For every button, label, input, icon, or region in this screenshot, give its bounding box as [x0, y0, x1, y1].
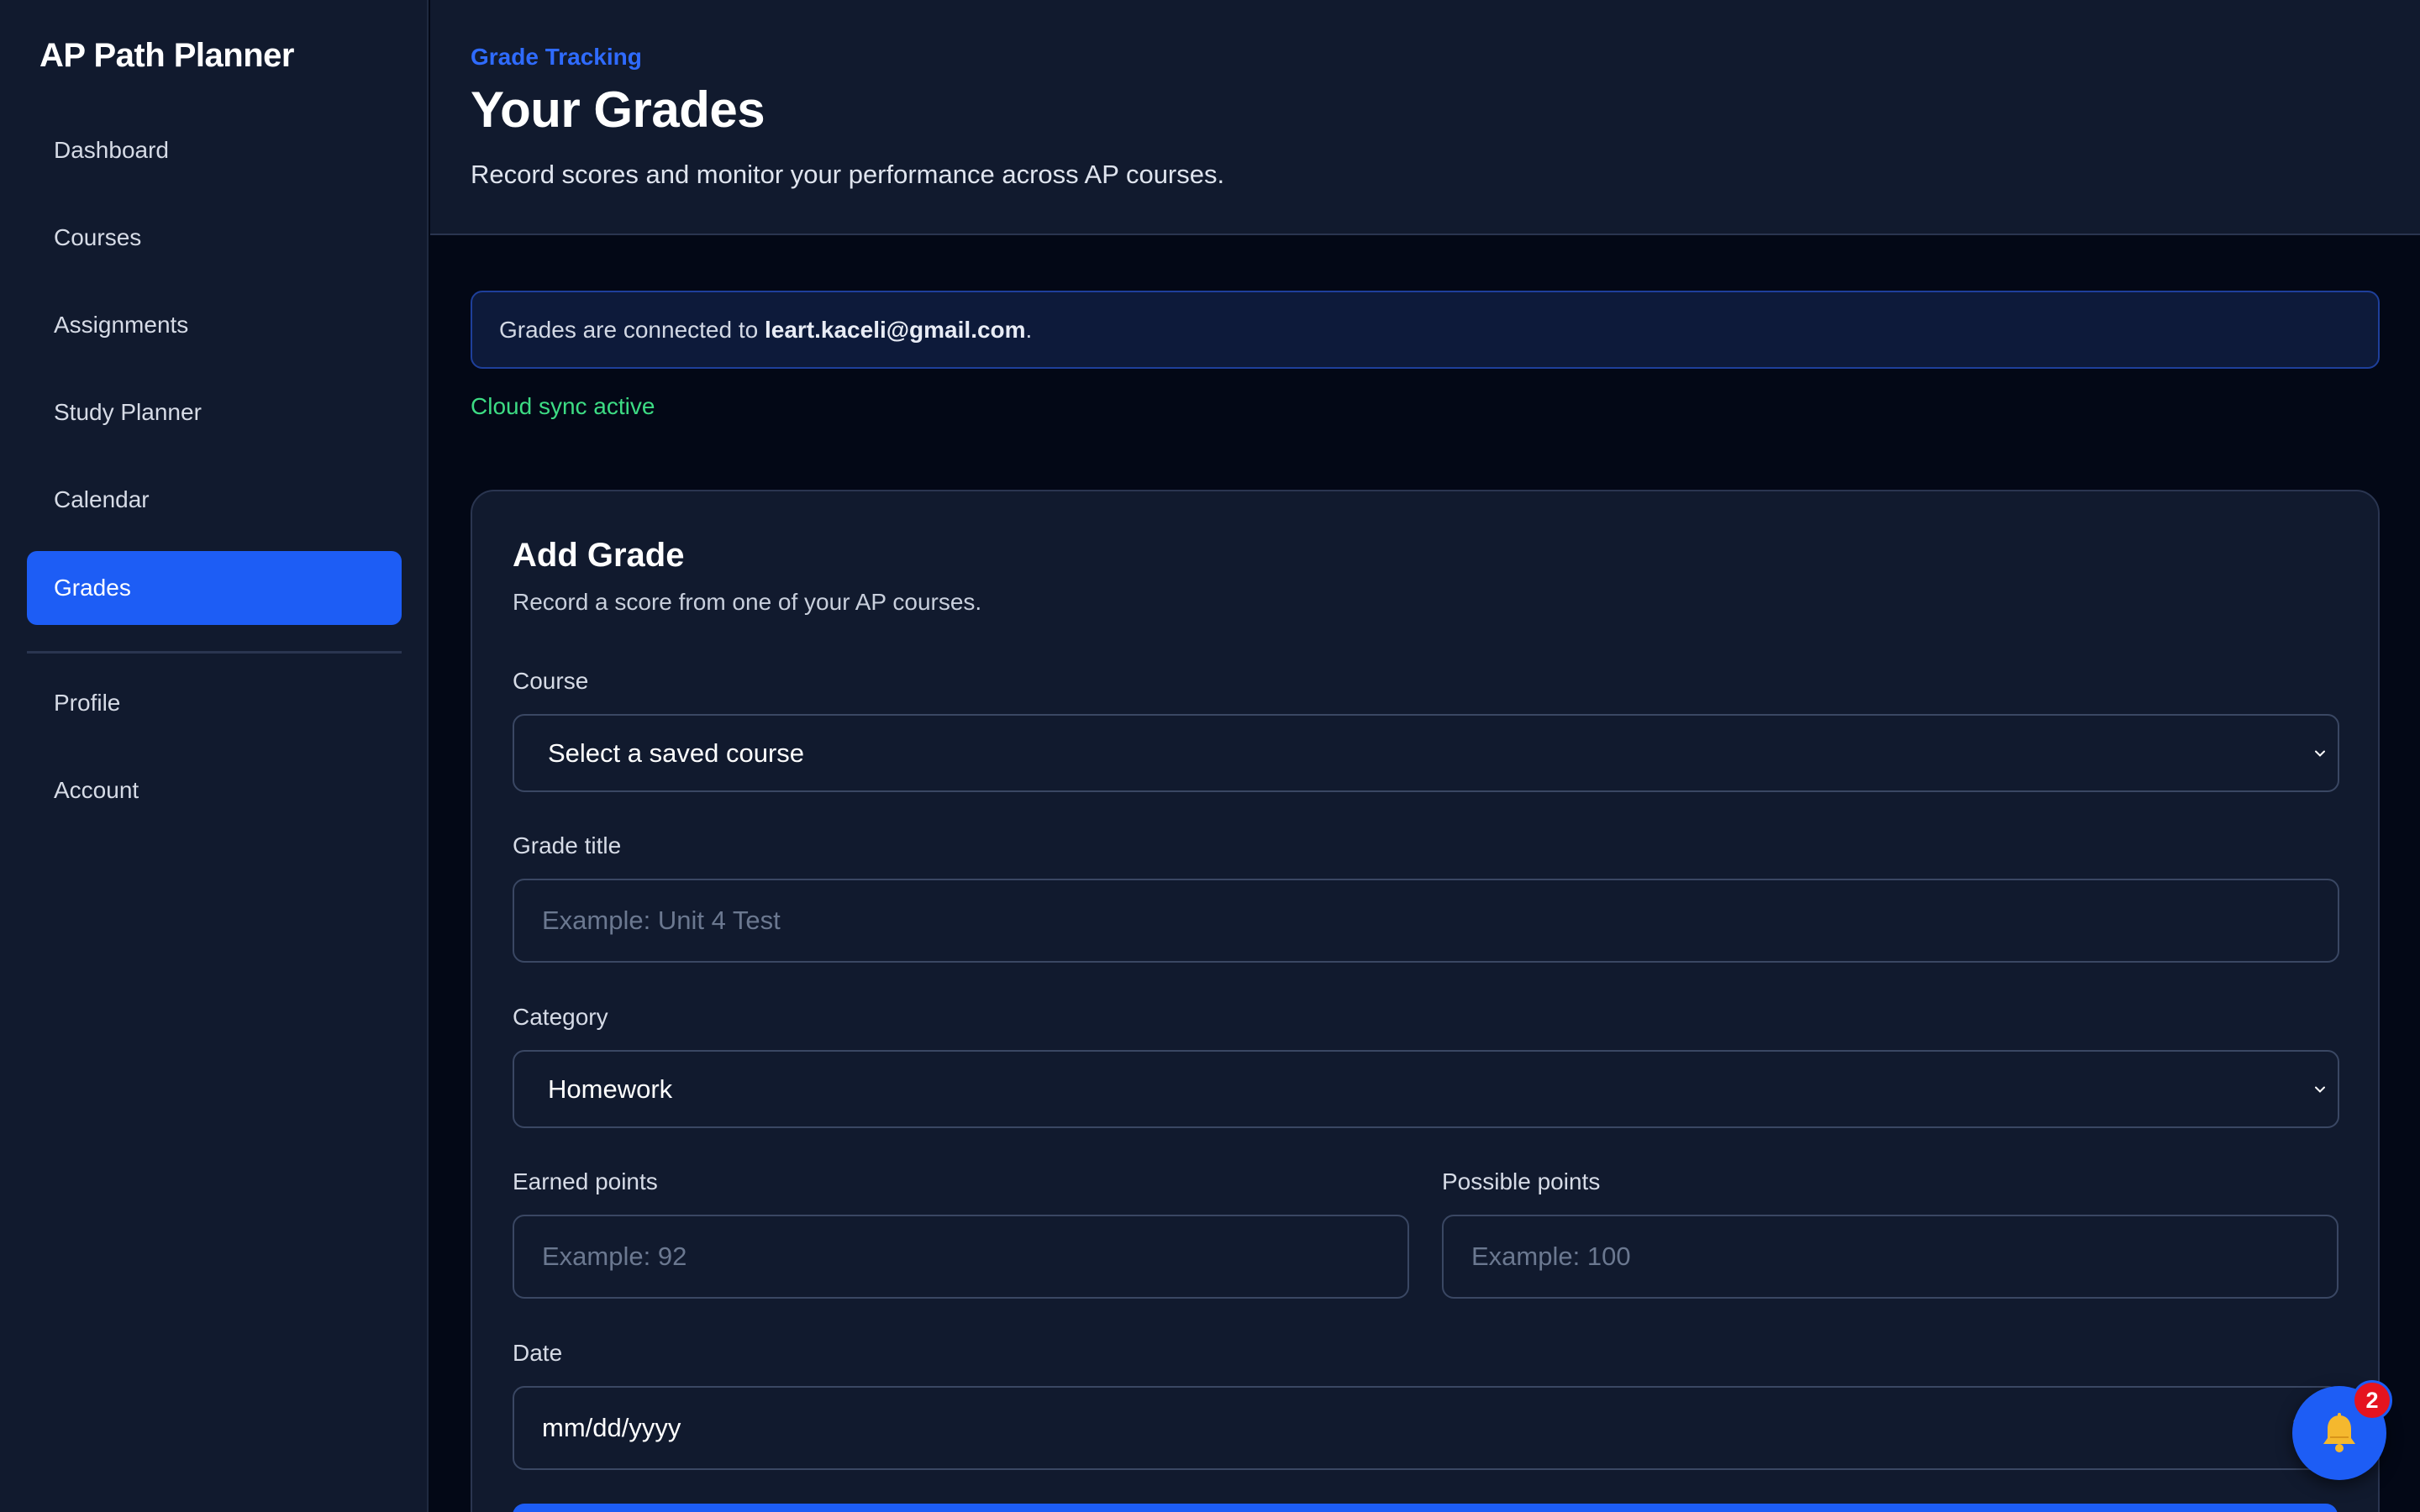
app-root: AP Path Planner Dashboard Courses Assign…	[0, 0, 2420, 1512]
page-eyebrow: Grade Tracking	[471, 44, 642, 70]
sidebar-item-study-planner[interactable]: Study Planner	[27, 375, 402, 449]
date-label: Date	[513, 1340, 563, 1366]
grade-title-input[interactable]: Example: Unit 4 Test	[513, 879, 2339, 963]
page-header: Grade Tracking Your Grades Record scores…	[430, 0, 2420, 235]
possible-points-input[interactable]: Example: 100	[1442, 1215, 2338, 1299]
app-logo[interactable]: AP Path Planner	[39, 37, 294, 75]
sidebar-item-dashboard[interactable]: Dashboard	[27, 113, 402, 187]
date-input[interactable]: mm/dd/yyyy	[513, 1386, 2339, 1470]
sidebar-item-grades[interactable]: Grades	[27, 551, 402, 625]
sidebar-item-assignments[interactable]: Assignments	[27, 288, 402, 362]
sidebar-item-profile[interactable]: Profile	[27, 666, 402, 740]
grade-title-placeholder: Example: Unit 4 Test	[542, 906, 781, 935]
sync-banner: Grades are connected to leart.kaceli@gma…	[471, 291, 2380, 369]
bell-icon	[2323, 1413, 2355, 1452]
sync-email: leart.kaceli@gmail.com	[764, 316, 1026, 343]
add-grade-card: Add Grade Record a score from one of you…	[471, 490, 2380, 1512]
notification-count-badge: 2	[2352, 1380, 2392, 1420]
sidebar-item-calendar[interactable]: Calendar	[27, 463, 402, 537]
sidebar: AP Path Planner Dashboard Courses Assign…	[0, 0, 429, 1512]
date-input-value: mm/dd/yyyy	[542, 1413, 681, 1442]
chevron-down-icon	[2315, 1086, 2325, 1093]
sidebar-divider	[27, 651, 402, 654]
chevron-down-icon	[2315, 750, 2325, 757]
grade-title-label: Grade title	[513, 832, 622, 858]
card-title: Add Grade	[513, 537, 685, 574]
sync-banner-prefix: Grades are connected to	[499, 316, 765, 343]
earned-points-label: Earned points	[513, 1168, 658, 1194]
sidebar-item-account[interactable]: Account	[27, 753, 402, 827]
category-select[interactable]: Homework	[513, 1050, 2339, 1128]
sync-status: Cloud sync active	[471, 393, 655, 419]
page-title: Your Grades	[471, 81, 765, 138]
sidebar-item-courses[interactable]: Courses	[27, 201, 402, 275]
course-select-value: Select a saved course	[548, 738, 805, 768]
card-subtitle: Record a score from one of your AP cours…	[513, 589, 982, 615]
sync-banner-suffix: .	[1025, 316, 1033, 343]
page-subtitle: Record scores and monitor your performan…	[471, 160, 1225, 189]
earned-points-placeholder: Example: 92	[542, 1242, 687, 1271]
course-select[interactable]: Select a saved course	[513, 714, 2339, 792]
category-select-value: Homework	[548, 1074, 673, 1104]
possible-points-label: Possible points	[1442, 1168, 1601, 1194]
add-grade-button[interactable]	[513, 1504, 2338, 1512]
course-label: Course	[513, 668, 589, 694]
possible-points-placeholder: Example: 100	[1471, 1242, 1631, 1271]
category-label: Category	[513, 1004, 608, 1030]
earned-points-input[interactable]: Example: 92	[513, 1215, 1409, 1299]
